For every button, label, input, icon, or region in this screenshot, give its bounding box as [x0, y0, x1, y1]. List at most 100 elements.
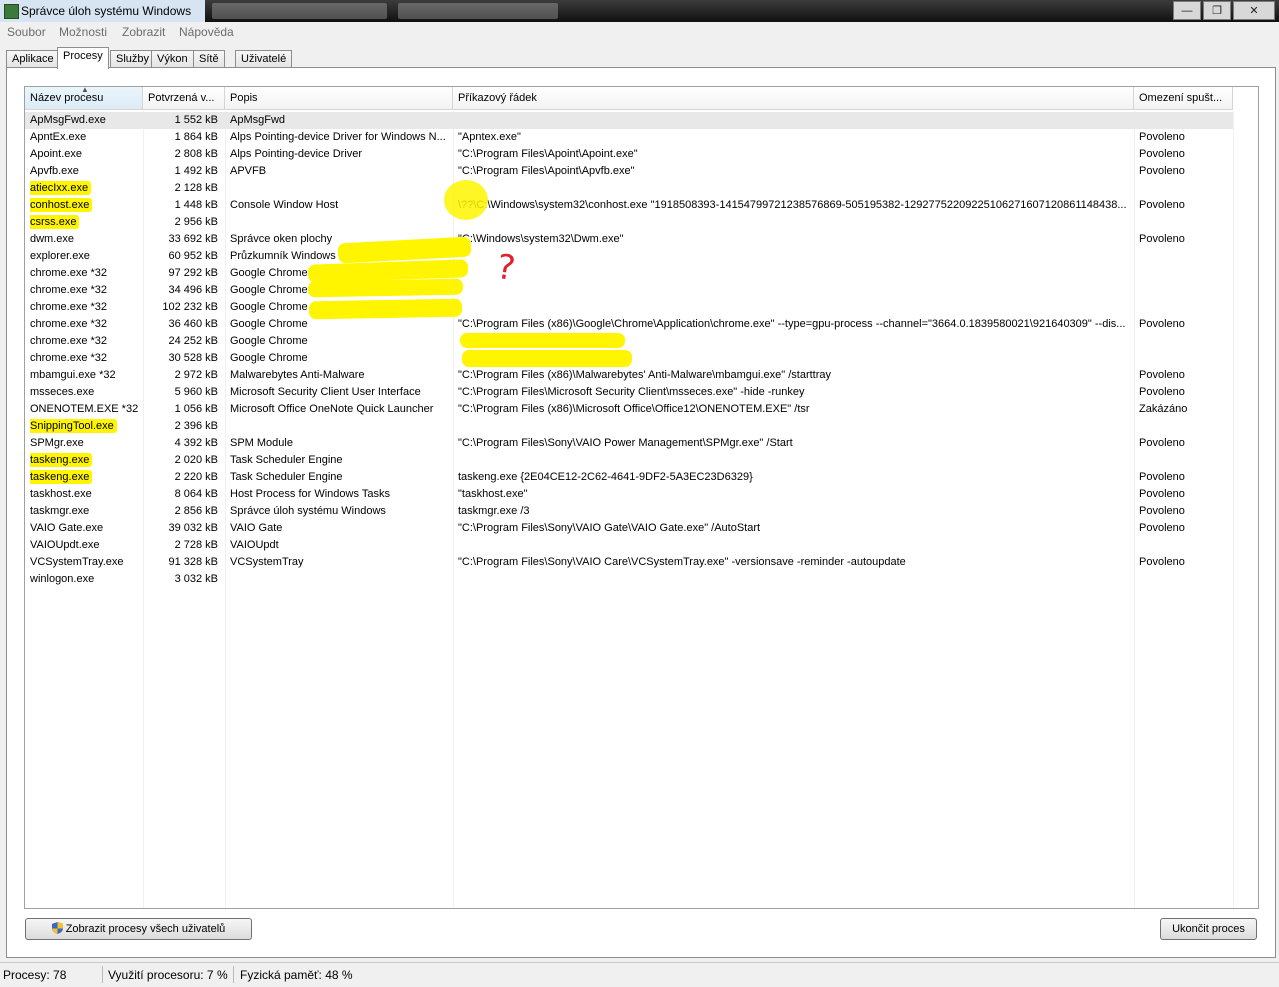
- process-virtualization-cell: Povoleno: [1139, 131, 1185, 143]
- process-virtualization-cell: Povoleno: [1139, 556, 1185, 568]
- process-row[interactable]: msseces.exe 5 960 kB Microsoft Security Cl…: [25, 384, 1233, 401]
- process-memory-cell: 24 252 kB: [168, 335, 218, 347]
- highlighter-circle: [444, 180, 488, 220]
- column-header-commit[interactable]: Potvrzená v...: [143, 87, 225, 110]
- process-row[interactable]: taskeng.exe 2 020 kB Task Scheduler Engine: [25, 452, 1233, 469]
- process-row[interactable]: explorer.exe 60 952 kB Průzkumník Windows: [25, 248, 1233, 265]
- tab-site[interactable]: Sítě: [193, 50, 225, 68]
- highlighted-process-name: csrss.exe: [30, 215, 80, 229]
- status-bar: Procesy: 78 Využití procesoru: 7 % Fyzic…: [0, 962, 1279, 987]
- menu-zobrazit[interactable]: Zobrazit: [122, 25, 165, 39]
- process-name-cell: chrome.exe *32: [30, 335, 108, 347]
- process-row[interactable]: conhost.exe 1 448 kB Console Window Host \?…: [25, 197, 1233, 214]
- process-name-cell: msseces.exe: [30, 386, 95, 398]
- process-name-cell: taskeng.exe: [30, 469, 140, 486]
- maximize-button[interactable]: ❐: [1203, 1, 1231, 20]
- process-row[interactable]: chrome.exe *32 102 232 kB Google Chrome: [25, 299, 1233, 316]
- process-virtualization-cell: Povoleno: [1139, 471, 1185, 483]
- process-memory-cell: 2 220 kB: [174, 471, 218, 483]
- column-header-virtualization[interactable]: Omezení spušt...: [1134, 87, 1233, 110]
- process-row[interactable]: Apoint.exe 2 808 kB Alps Pointing-device D…: [25, 146, 1233, 163]
- status-memory: Fyzická paměť: 48 %: [240, 968, 353, 982]
- process-memory-cell: 91 328 kB: [168, 556, 218, 568]
- process-command-line-cell: "Apntex.exe": [458, 131, 521, 143]
- menu-napoveda[interactable]: Nápověda: [179, 25, 234, 39]
- process-memory-cell: 4 392 kB: [174, 437, 218, 449]
- process-name-cell: chrome.exe *32: [30, 284, 108, 296]
- process-row[interactable]: taskhost.exe 8 064 kB Host Process for Win…: [25, 486, 1233, 503]
- process-row[interactable]: chrome.exe *32 34 496 kB Google Chrome: [25, 282, 1233, 299]
- tab-vykon[interactable]: Výkon: [151, 50, 194, 68]
- process-row[interactable]: taskmgr.exe 2 856 kB Správce úloh systému …: [25, 503, 1233, 520]
- status-separator: [233, 966, 234, 983]
- process-row[interactable]: SPMgr.exe 4 392 kB SPM Module "C:\Program F…: [25, 435, 1233, 452]
- process-memory-cell: 34 496 kB: [168, 284, 218, 296]
- process-name-cell: atiecIxx.exe: [30, 180, 140, 197]
- process-row[interactable]: ApMsgFwd.exe 1 552 kB ApMsgFwd: [25, 112, 1233, 129]
- tab-sluzby[interactable]: Služby: [110, 50, 156, 68]
- process-row[interactable]: winlogon.exe 3 032 kB: [25, 571, 1233, 588]
- close-button[interactable]: ✕: [1233, 1, 1275, 20]
- process-virtualization-cell: Zakázáno: [1139, 403, 1188, 415]
- process-name-cell: winlogon.exe: [30, 573, 95, 585]
- highlighted-process-name: SnippingTool.exe: [30, 419, 117, 433]
- process-virtualization-cell: Povoleno: [1139, 522, 1185, 534]
- process-row[interactable]: mbamgui.exe *32 2 972 kB Malwarebytes Anti…: [25, 367, 1233, 384]
- end-process-button[interactable]: Ukončit proces: [1160, 918, 1257, 940]
- process-description-cell: SPM Module: [230, 437, 293, 449]
- process-memory-cell: 1 492 kB: [174, 165, 218, 177]
- show-all-users-button[interactable]: Zobrazit procesy všech uživatelů: [25, 918, 252, 940]
- process-memory-cell: 5 960 kB: [174, 386, 218, 398]
- menu-soubor[interactable]: Soubor: [7, 25, 46, 39]
- minimize-button[interactable]: —: [1173, 1, 1201, 20]
- process-name-cell: ApntEx.exe: [30, 131, 87, 143]
- tab-uzivatele[interactable]: Uživatelé: [235, 50, 293, 68]
- column-header-description[interactable]: Popis: [225, 87, 453, 110]
- process-name-cell: mbamgui.exe *32: [30, 369, 116, 381]
- menu-moznosti[interactable]: Možnosti: [59, 25, 107, 39]
- process-row[interactable]: csrss.exe 2 956 kB: [25, 214, 1233, 231]
- process-memory-cell: 3 032 kB: [174, 573, 218, 585]
- highlighter-redaction: [462, 350, 632, 367]
- task-manager-icon: [4, 4, 19, 19]
- process-memory-cell: 8 064 kB: [174, 488, 218, 500]
- process-row[interactable]: atiecIxx.exe 2 128 kB: [25, 180, 1233, 197]
- process-command-line-cell: "C:\Program Files (x86)\Google\Chrome\Ap…: [458, 318, 1126, 330]
- background-window-ghost: [398, 3, 558, 19]
- highlighted-process-name: taskeng.exe: [30, 470, 93, 484]
- process-memory-cell: 97 292 kB: [168, 267, 218, 279]
- process-row[interactable]: chrome.exe *32 24 252 kB Google Chrome: [25, 333, 1233, 350]
- show-all-users-label: Zobrazit procesy všech uživatelů: [65, 923, 226, 935]
- process-row[interactable]: SnippingTool.exe 2 396 kB: [25, 418, 1233, 435]
- process-memory-cell: 1 864 kB: [174, 131, 218, 143]
- process-row[interactable]: VAIO Gate.exe 39 032 kB VAIO Gate "C:\Progr…: [25, 520, 1233, 537]
- process-row[interactable]: ONENOTEM.EXE *32 1 056 kB Microsoft Office…: [25, 401, 1233, 418]
- process-row[interactable]: dwm.exe 33 692 kB Správce oken plochy "C:\W…: [25, 231, 1233, 248]
- highlighted-process-name: taskeng.exe: [30, 453, 93, 467]
- process-name-cell: taskhost.exe: [30, 488, 92, 500]
- process-name-cell: taskmgr.exe: [30, 505, 90, 517]
- title-area: Správce úloh systému Windows: [0, 0, 205, 22]
- process-row[interactable]: ApntEx.exe 1 864 kB Alps Pointing-device D…: [25, 129, 1233, 146]
- process-row[interactable]: taskeng.exe 2 220 kB Task Scheduler Engine…: [25, 469, 1233, 486]
- menu-bar: Soubor Možnosti Zobrazit Nápověda: [0, 22, 1279, 41]
- process-row[interactable]: VAIOUpdt.exe 2 728 kB VAIOUpdt: [25, 537, 1233, 554]
- process-name-cell: chrome.exe *32: [30, 352, 108, 364]
- sort-ascending-icon: ▲: [81, 87, 89, 94]
- process-row[interactable]: Apvfb.exe 1 492 kB APVFB "C:\Program Files\…: [25, 163, 1233, 180]
- process-description-cell: VAIO Gate: [230, 522, 283, 534]
- column-header-command-line[interactable]: Příkazový řádek: [453, 87, 1134, 110]
- tab-aplikace[interactable]: Aplikace: [6, 50, 60, 68]
- process-row[interactable]: chrome.exe *32 36 460 kB Google Chrome "C:\…: [25, 316, 1233, 333]
- process-description-cell: Alps Pointing-device Driver for Windows …: [230, 131, 446, 143]
- tab-procesy[interactable]: Procesy: [57, 47, 109, 69]
- highlighted-process-name: conhost.exe: [30, 198, 93, 212]
- process-row[interactable]: VCSystemTray.exe 91 328 kB VCSystemTray "C:…: [25, 554, 1233, 571]
- process-name-cell: SnippingTool.exe: [30, 418, 140, 435]
- highlighter-redaction: [308, 298, 463, 320]
- column-header-name[interactable]: ▲ Název procesu: [25, 87, 143, 110]
- process-list[interactable]: ▲ Název procesu Potvrzená v... Popis Pří…: [24, 86, 1259, 909]
- process-name-cell: ONENOTEM.EXE *32: [30, 403, 139, 415]
- process-description-cell: Microsoft Office OneNote Quick Launcher: [230, 403, 434, 415]
- process-row[interactable]: chrome.exe *32 97 292 kB Google Chrome: [25, 265, 1233, 282]
